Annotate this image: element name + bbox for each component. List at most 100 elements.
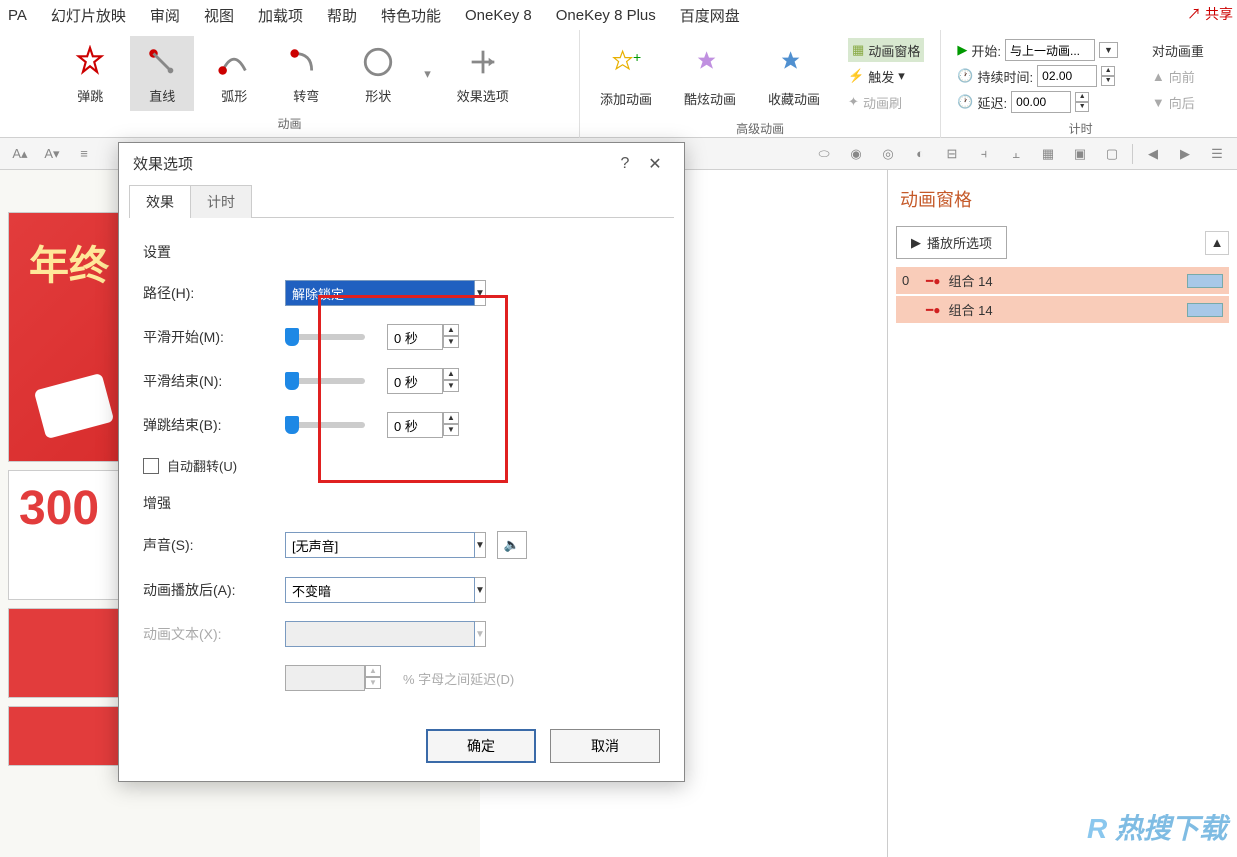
reorder-label: 对动画重 <box>1152 38 1204 62</box>
delay-icon: 🕐 <box>957 94 973 110</box>
menu-slideshow[interactable]: 幻灯片放映 <box>51 5 126 26</box>
timing-delay-row: 🕐 延迟: ▲▼ <box>957 90 1118 114</box>
after-anim-combo[interactable] <box>285 577 475 603</box>
pane-icon: ▦ <box>852 42 864 58</box>
clock-icon: 🕐 <box>957 68 973 84</box>
start-dropdown[interactable]: ▼ <box>1099 42 1118 58</box>
cancel-button[interactable]: 取消 <box>550 729 660 763</box>
effect-options[interactable]: 效果选项 <box>445 36 521 111</box>
align-left-icon[interactable]: ⫞ <box>972 142 996 166</box>
next-icon[interactable]: ▶ <box>1173 142 1197 166</box>
timing-duration-row: 🕐 持续时间: ▲▼ <box>957 64 1118 88</box>
group-tool-icon[interactable]: ◉ <box>844 142 868 166</box>
smooth-end-down[interactable]: ▼ <box>443 380 459 392</box>
move-forward: ▲ 向前 <box>1152 64 1204 88</box>
smooth-end-input[interactable] <box>387 368 443 394</box>
anim-bounce[interactable]: 弹跳 <box>58 36 122 111</box>
bring-front-icon[interactable]: ▣ <box>1068 142 1092 166</box>
distribute-icon[interactable]: ▦ <box>1036 142 1060 166</box>
prev-icon[interactable]: ◀ <box>1141 142 1165 166</box>
menu-addins[interactable]: 加载项 <box>258 5 303 26</box>
smooth-start-down[interactable]: ▼ <box>443 336 459 348</box>
bounce-end-input[interactable] <box>387 412 443 438</box>
timing-start-row: ▶ 开始: ▼ <box>957 38 1118 62</box>
font-inc-icon[interactable]: A▴ <box>8 142 32 166</box>
anim-line[interactable]: 直线 <box>130 36 194 111</box>
menu-features[interactable]: 特色功能 <box>381 5 441 26</box>
merge-icon[interactable]: ◐ <box>908 142 932 166</box>
duration-up[interactable]: ▲ <box>1101 66 1115 76</box>
menu-review[interactable]: 审阅 <box>150 5 180 26</box>
anim-list-item[interactable]: 0 ━● 组合 14 <box>896 267 1229 294</box>
ok-button[interactable]: 确定 <box>426 729 536 763</box>
sound-preview-button[interactable]: 🔈 <box>497 531 527 559</box>
cool-animation[interactable]: 酷炫动画 <box>672 39 748 114</box>
motion-path-icon: ━● <box>926 274 940 288</box>
align-icon[interactable]: ≡ <box>72 142 96 166</box>
send-back-icon[interactable]: ▢ <box>1100 142 1124 166</box>
move-backward: ▼ 向后 <box>1152 90 1204 114</box>
letter-delay-input <box>285 665 365 691</box>
duration-input[interactable] <box>1037 65 1097 87</box>
auto-reverse-checkbox[interactable]: 自动翻转(U) <box>143 456 237 475</box>
fav-animation[interactable]: 收藏动画 <box>756 39 832 114</box>
menu-baidu[interactable]: 百度网盘 <box>680 5 740 26</box>
smooth-end-slider[interactable] <box>285 378 365 384</box>
ungroup-icon[interactable]: ◎ <box>876 142 900 166</box>
list-icon[interactable]: ☰ <box>1205 142 1229 166</box>
animation-pane-button[interactable]: ▦ 动画窗格 <box>848 38 924 62</box>
watermark: R 热搜下载 <box>1087 807 1227 847</box>
bounce-end-down[interactable]: ▼ <box>443 424 459 436</box>
menu-pa[interactable]: PA <box>8 7 27 24</box>
path-label: 路径(H): <box>143 283 273 303</box>
star-bounce-icon <box>70 42 110 82</box>
smooth-end-up[interactable]: ▲ <box>443 368 459 380</box>
smooth-start-up[interactable]: ▲ <box>443 324 459 336</box>
painter-icon: ✦ <box>848 94 859 110</box>
delay-up[interactable]: ▲ <box>1075 92 1089 102</box>
delay-down[interactable]: ▼ <box>1075 102 1089 112</box>
duration-down[interactable]: ▼ <box>1101 76 1115 86</box>
align-center-icon[interactable]: ⫠ <box>1004 142 1028 166</box>
dialog-help-button[interactable]: ? <box>610 155 640 173</box>
shape-tool-icon[interactable]: ⬭ <box>812 142 836 166</box>
anim-shape[interactable]: 形状 <box>346 36 410 111</box>
trigger-button[interactable]: ⚡ 触发 ▾ <box>848 64 924 88</box>
add-star-icon: + <box>606 45 646 85</box>
anim-group-label: 动画 <box>277 113 301 134</box>
dialog-close-button[interactable]: ✕ <box>640 154 670 174</box>
menu-help[interactable]: 帮助 <box>327 5 357 26</box>
anim-up-button[interactable]: ▲ <box>1205 231 1229 255</box>
start-select[interactable] <box>1005 39 1095 61</box>
anim-more-dropdown[interactable]: ▾ <box>418 66 437 82</box>
split-icon[interactable]: ⊟ <box>940 142 964 166</box>
letter-delay-down: ▼ <box>365 677 381 689</box>
bounce-end-label: 弹跳结束(B): <box>143 415 273 435</box>
anim-list-item[interactable]: ━● 组合 14 <box>896 296 1229 323</box>
path-dropdown[interactable]: ▼ <box>475 280 486 306</box>
play-selected-button[interactable]: ▶ 播放所选项 <box>896 226 1007 259</box>
effect-options-icon <box>463 42 503 82</box>
tab-timing[interactable]: 计时 <box>190 185 252 218</box>
letter-delay-up: ▲ <box>365 665 381 677</box>
tab-effect[interactable]: 效果 <box>129 185 191 218</box>
font-dec-icon[interactable]: A▾ <box>40 142 64 166</box>
anim-turn[interactable]: 转弯 <box>274 36 338 111</box>
sound-combo[interactable] <box>285 532 475 558</box>
bounce-end-slider[interactable] <box>285 422 365 428</box>
delay-input[interactable] <box>1011 91 1071 113</box>
sound-dropdown[interactable]: ▼ <box>475 532 486 558</box>
menu-onekey8[interactable]: OneKey 8 <box>465 7 532 24</box>
menu-onekey8plus[interactable]: OneKey 8 Plus <box>556 7 656 24</box>
anim-text-combo <box>285 621 475 647</box>
smooth-start-input[interactable] <box>387 324 443 350</box>
anim-arc[interactable]: 弧形 <box>202 36 266 111</box>
menu-view[interactable]: 视图 <box>204 5 234 26</box>
path-combo[interactable] <box>285 280 475 306</box>
bounce-end-up[interactable]: ▲ <box>443 412 459 424</box>
add-animation[interactable]: + 添加动画 <box>588 39 664 114</box>
effect-options-dialog: 效果选项 ? ✕ 效果 计时 设置 路径(H): ▼ 平滑开始(M): ▲▼ 平… <box>118 142 685 782</box>
smooth-start-slider[interactable] <box>285 334 365 340</box>
after-anim-dropdown[interactable]: ▼ <box>475 577 486 603</box>
share-button[interactable]: ↗ 共享 <box>1187 4 1233 24</box>
